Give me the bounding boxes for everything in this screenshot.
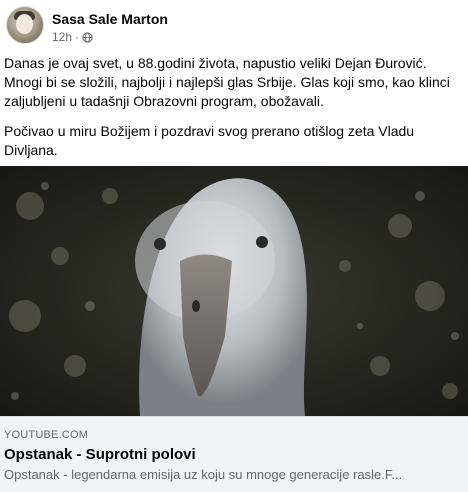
link-domain: YOUTUBE.COM	[4, 429, 89, 441]
facebook-post: Sasa Sale Marton 12h · Danas je ovaj sve…	[0, 0, 468, 492]
author-name[interactable]: Sasa Sale Marton	[52, 11, 168, 28]
bird-photo	[0, 166, 468, 416]
link-preview-card[interactable]: YOUTUBE.COM Opstanak - Suprotni polovi O…	[0, 416, 468, 492]
separator-dot: ·	[75, 30, 80, 44]
globe-icon[interactable]	[82, 31, 93, 43]
post-timestamp[interactable]: 12h	[52, 29, 72, 45]
post-body: Danas je ovaj svet, u 88.godini života, …	[4, 54, 460, 171]
link-title[interactable]: Opstanak - Suprotni polovi	[4, 446, 196, 463]
link-description: Opstanak - legendarna emisija uz koju su…	[4, 467, 403, 482]
post-paragraph-1: Danas je ovaj svet, u 88.godini života, …	[4, 55, 450, 109]
post-header: Sasa Sale Marton 12h ·	[6, 6, 168, 50]
post-paragraph-2: Počivao u miru Božijem i pozdravi svog p…	[4, 123, 415, 158]
avatar-face	[16, 14, 33, 34]
post-time-row: 12h ·	[52, 29, 168, 45]
video-thumbnail[interactable]	[0, 166, 468, 416]
author-avatar[interactable]	[6, 6, 44, 44]
post-meta: Sasa Sale Marton 12h ·	[52, 11, 168, 45]
